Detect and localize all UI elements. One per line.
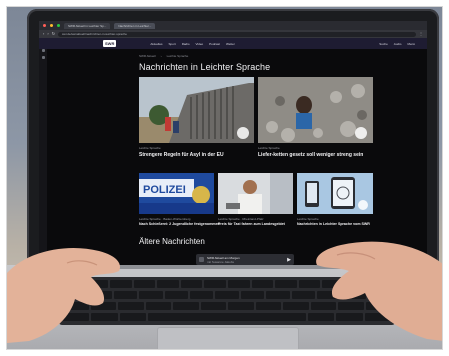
card-meta: Leichte Sprache — [297, 217, 319, 221]
search-button[interactable]: Suche — [379, 42, 388, 46]
card-title[interactable]: Nachrichten in Leichter Sprache vom SWR — [297, 222, 370, 226]
nav-item[interactable]: Radio — [182, 42, 190, 46]
browser-toolbar: ‹ › ↻ swr.de/swraktuell/nachrichten-in-l… — [39, 30, 427, 38]
photo: SWR Aktuell in Leichter Sp... Nachrichte… — [6, 6, 443, 350]
featured-image-2[interactable] — [258, 77, 373, 143]
sidebar-strip — [39, 38, 47, 265]
browser-tab-strip: SWR Aktuell in Leichter Sp... Nachrichte… — [39, 21, 427, 30]
card-meta: Leichte Sprache · Baden-Württemberg — [139, 217, 191, 221]
key — [157, 280, 179, 288]
audio-icon[interactable] — [237, 127, 249, 139]
border-fence-photo — [139, 77, 254, 143]
audio-button[interactable]: Audio — [394, 42, 402, 46]
key — [228, 302, 254, 310]
close-window-icon[interactable] — [43, 24, 46, 27]
maximize-window-icon[interactable] — [57, 24, 60, 27]
police-photo: POLIZEI — [139, 173, 214, 214]
audio-icon[interactable] — [358, 200, 368, 210]
browser-tab[interactable]: SWR Aktuell in Leichter Sp... — [64, 22, 111, 29]
key — [173, 302, 199, 310]
card-title[interactable]: Nach Schießerei: 2 Jugendliche festgenom… — [139, 222, 220, 226]
breadcrumb-separator: › — [160, 54, 162, 58]
sidebar-icon[interactable] — [41, 49, 45, 52]
key — [215, 291, 239, 299]
key — [204, 280, 227, 288]
key — [240, 291, 265, 299]
reload-icon[interactable]: ↻ — [52, 30, 55, 38]
key — [145, 302, 171, 310]
forward-icon[interactable]: › — [47, 30, 48, 38]
right-hand — [316, 241, 442, 341]
card-meta: Leichte Sprache — [139, 146, 161, 150]
breadcrumb-item[interactable]: Leichte Sprache — [167, 54, 189, 58]
card-title[interactable]: Preis für Taxi fahren zum Landesgebiet — [218, 222, 285, 226]
player-info: SWR Aktuell am Morgen mit Susanne Jakobs — [207, 256, 240, 264]
nav-item[interactable]: Podcast — [209, 42, 220, 46]
police-sign-text: POLIZEI — [143, 184, 186, 196]
back-icon[interactable]: ‹ — [43, 30, 44, 38]
nav-item[interactable]: Video — [196, 42, 204, 46]
key — [139, 291, 163, 299]
swr-logo[interactable]: SWR — [103, 40, 117, 47]
nav-item[interactable]: Wetter — [226, 42, 235, 46]
card-image-taxi[interactable] — [218, 173, 293, 214]
laptop-screen: SWR Aktuell in Leichter Sp... Nachrichte… — [39, 21, 427, 265]
breadcrumb-item[interactable]: SWR Aktuell — [139, 54, 156, 58]
key — [200, 302, 226, 310]
player-subtitle: mit Susanne Jakobs — [207, 259, 235, 264]
extensions-icon[interactable]: ⋮ — [419, 30, 423, 38]
page-title: Nachrichten in Leichter Sprache — [139, 62, 271, 72]
sidebar-icon[interactable] — [41, 56, 45, 59]
card-meta: Leichte Sprache — [258, 146, 280, 150]
card-title[interactable]: Strengere Regeln für Asyl in der EU — [139, 152, 224, 158]
site-header: SWR Aktuelles Sport Radio Video Podcast … — [39, 38, 427, 49]
card-meta: Leichte Sprache · Rheinland-Pfalz — [218, 217, 264, 221]
main-nav: Aktuelles Sport Radio Video Podcast Wett… — [150, 42, 234, 46]
key — [228, 280, 250, 288]
address-bar[interactable]: swr.de/swraktuell/nachrichten-in-leichte… — [58, 31, 416, 37]
featured-image-1[interactable] — [139, 77, 254, 143]
key — [180, 280, 203, 288]
key — [251, 280, 274, 288]
left-hand — [7, 247, 121, 343]
nav-item[interactable]: Aktuelles — [150, 42, 162, 46]
nav-item[interactable]: Sport — [169, 42, 176, 46]
smartphones-photo — [297, 173, 373, 214]
audio-icon[interactable] — [355, 127, 367, 139]
section-title: Ältere Nachrichten — [139, 237, 205, 246]
card-image-police[interactable]: POLIZEI — [139, 173, 214, 214]
breadcrumb: SWR Aktuell › Leichte Sprache — [139, 54, 188, 58]
menu-button[interactable]: Menü — [407, 42, 415, 46]
key — [164, 291, 188, 299]
browser-tab-active[interactable]: Nachrichten in Leichter... — [114, 22, 156, 29]
key — [189, 291, 214, 299]
card-title[interactable]: Liefer-ketten gesetz soll weniger streng… — [258, 152, 363, 158]
player-thumbnail — [199, 257, 204, 262]
minimize-window-icon[interactable] — [50, 24, 53, 27]
child-in-quarry-photo — [258, 77, 373, 143]
man-photo — [218, 173, 293, 214]
card-image-phones[interactable] — [297, 173, 373, 214]
header-actions: Suche Audio Menü — [379, 42, 427, 46]
